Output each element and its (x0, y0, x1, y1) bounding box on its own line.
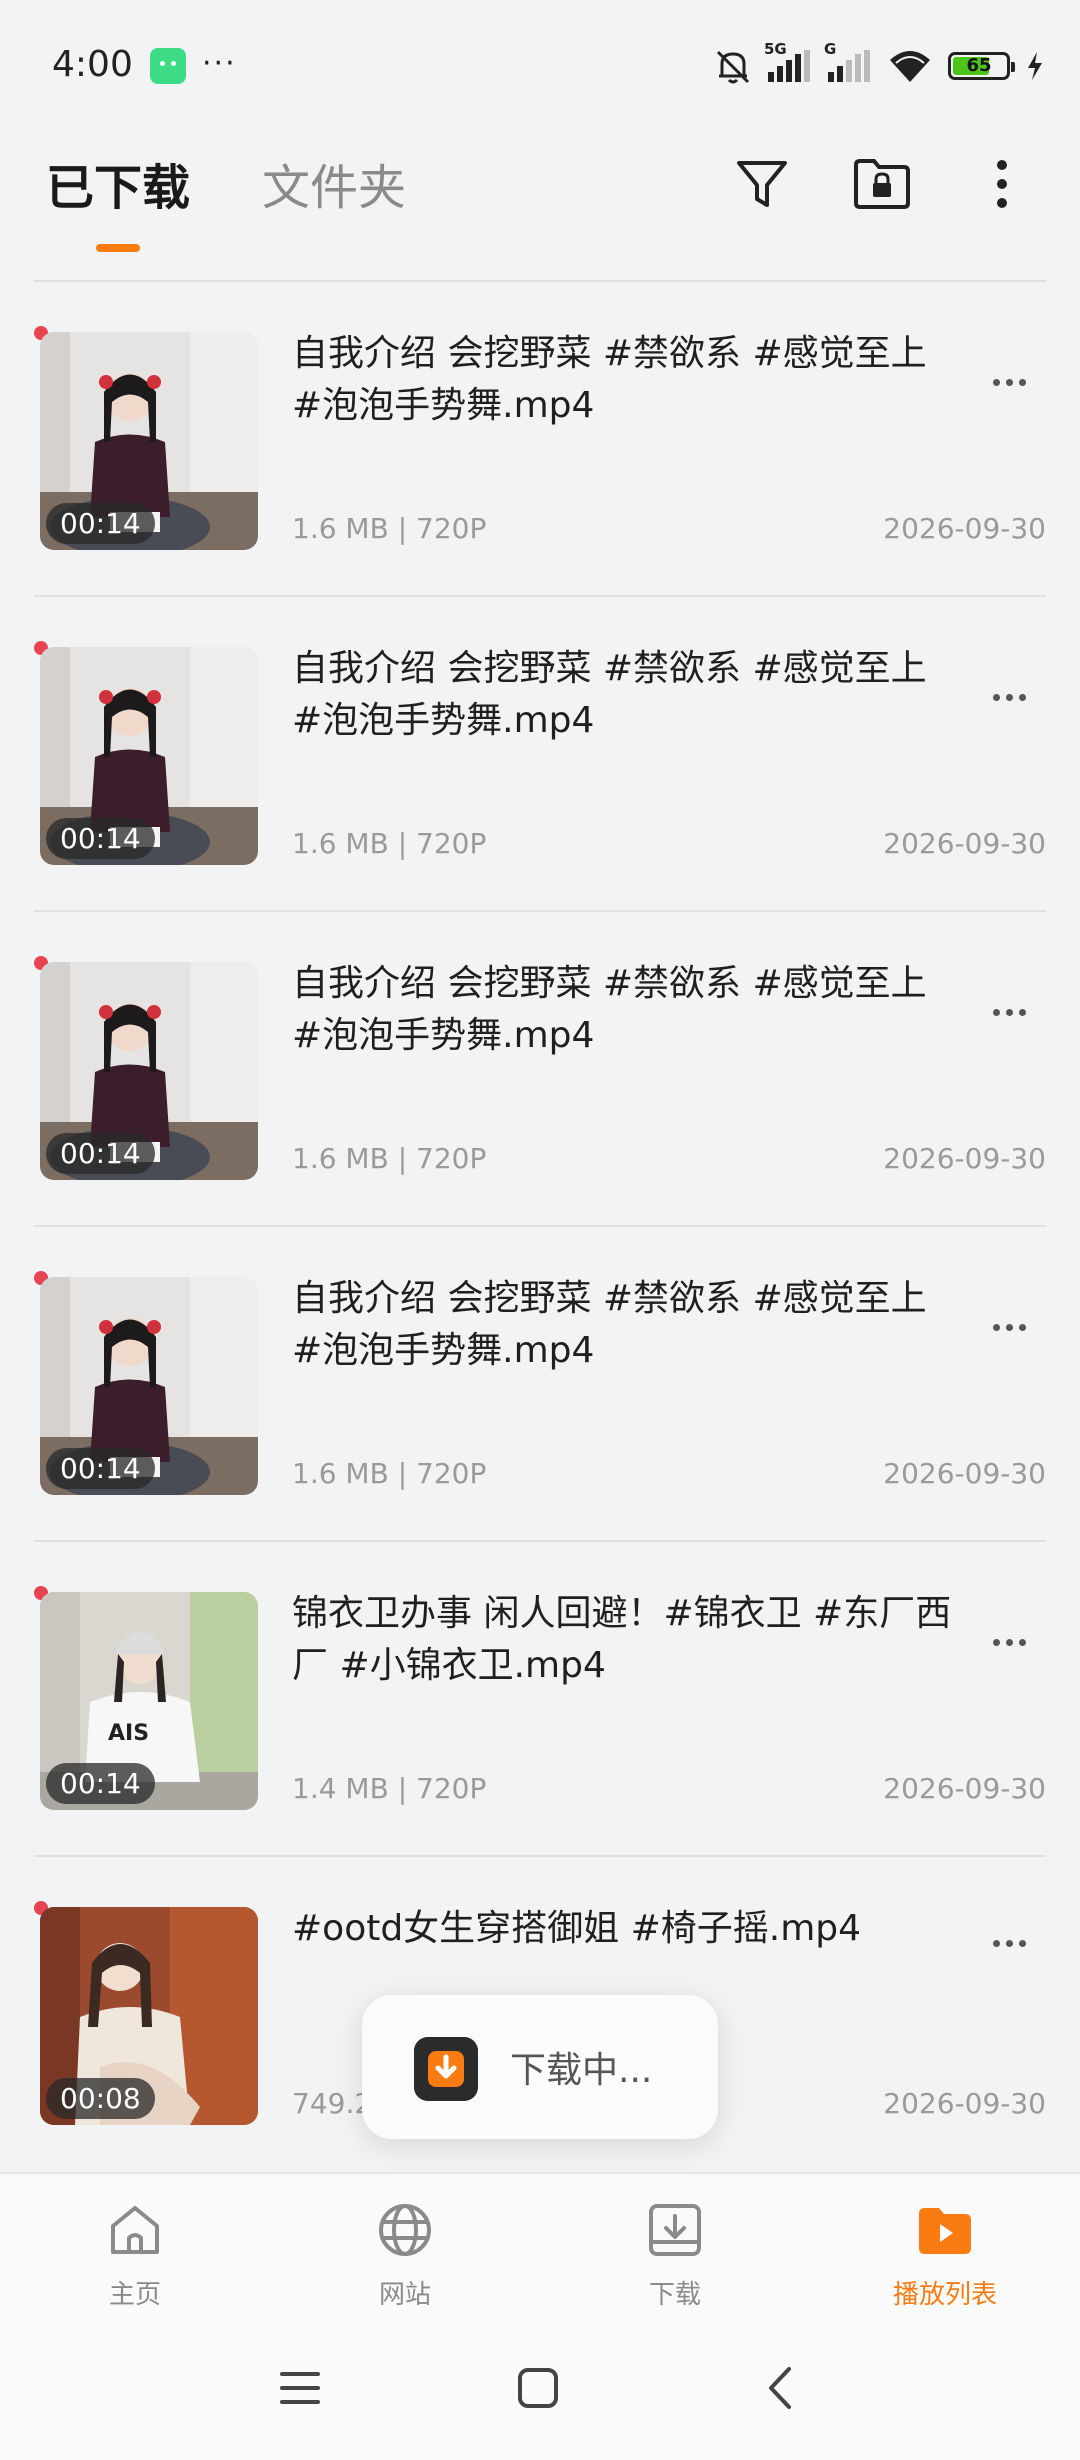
video-duration: 00:08 (46, 2078, 155, 2119)
video-title: 自我介绍 会挖野菜 #禁欲系 #感觉至上 #泡泡手势舞.mp4 (292, 333, 927, 426)
item-more-button[interactable] (984, 992, 1034, 1032)
video-thumbnail[interactable]: 00:14 (40, 1277, 258, 1495)
nav-sites-label: 网站 (378, 2280, 431, 2310)
tab-downloaded[interactable]: 已下载 (46, 148, 190, 218)
home-icon (111, 2206, 159, 2254)
signal-5g-icon: 5G (764, 40, 812, 82)
list-item[interactable]: AIS 00:14 锦衣卫办事 闲人回避！#锦衣卫 #东厂西厂 #小锦衣卫.mp… (0, 1542, 1080, 1857)
nav-playlist[interactable]: 播放列表 (810, 2174, 1080, 2324)
list-item[interactable]: 00:14 自我介绍 会挖野菜 #禁欲系 #感觉至上 #泡泡手势舞.mp4 1.… (0, 912, 1080, 1227)
video-date: 2026-09-30 (883, 827, 1046, 860)
video-duration: 00:14 (46, 503, 155, 544)
status-icons: 5G G 65 (714, 40, 1044, 88)
android-notification-icon (150, 48, 186, 84)
item-more-button[interactable] (984, 362, 1034, 402)
download-box-icon (649, 2204, 701, 2256)
video-date: 2026-09-30 (883, 2087, 1046, 2120)
video-title: 自我介绍 会挖野菜 #禁欲系 #感觉至上 #泡泡手势舞.mp4 (292, 963, 927, 1056)
nav-downloads[interactable]: 下载 (540, 2174, 810, 2324)
recents-button[interactable] (270, 2358, 330, 2418)
list-item[interactable]: 00:14 自我介绍 会挖野菜 #禁欲系 #感觉至上 #泡泡手势舞.mp4 1.… (0, 597, 1080, 912)
download-list: 00:14 自我介绍 会挖野菜 #禁欲系 #感觉至上 #泡泡手势舞.mp4 1.… (0, 282, 1080, 2170)
square-icon (518, 2368, 558, 2408)
video-thumbnail[interactable]: 00:08 (40, 1907, 258, 2125)
menu-icon (280, 2372, 320, 2404)
video-title: 锦衣卫办事 闲人回避！#锦衣卫 #东厂西厂 #小锦衣卫.mp4 (292, 1593, 952, 1686)
home-system-button[interactable] (508, 2358, 568, 2418)
app-logo-icon (414, 2037, 478, 2101)
active-tab-indicator (96, 244, 140, 252)
item-more-button[interactable] (984, 1923, 1034, 1963)
nav-sites[interactable]: 网站 (270, 2174, 540, 2324)
video-date: 2026-09-30 (883, 1142, 1046, 1175)
video-date: 2026-09-30 (883, 1772, 1046, 1805)
signal-g-icon: G (824, 40, 872, 82)
more-vertical-icon (997, 160, 1007, 208)
globe-icon (379, 2204, 431, 2256)
lock-folder-icon (854, 159, 910, 209)
svg-text:AIS: AIS (108, 1721, 149, 1746)
mute-bell-icon (716, 50, 750, 84)
downloading-toast: 下载中... (362, 1995, 718, 2139)
more-notifications-icon: ··· (202, 46, 237, 81)
video-thumbnail[interactable]: 00:14 (40, 962, 258, 1180)
video-meta: 1.6 MB | 720P (292, 512, 487, 545)
nav-downloads-label: 下载 (648, 2280, 701, 2310)
back-arrow-icon (769, 2367, 791, 2409)
nav-home-label: 主页 (108, 2280, 161, 2310)
video-meta: 1.6 MB | 720P (292, 827, 487, 860)
filter-icon (737, 161, 787, 207)
video-duration: 00:14 (46, 818, 155, 859)
video-meta: 1.6 MB | 720P (292, 1142, 487, 1175)
battery-icon: 65 (948, 52, 1015, 80)
video-title: 自我介绍 会挖野菜 #禁欲系 #感觉至上 #泡泡手势舞.mp4 (292, 648, 927, 741)
toast-message: 下载中... (510, 2050, 653, 2091)
status-time: 4:00 (52, 44, 133, 85)
item-more-button[interactable] (984, 1307, 1034, 1347)
video-thumbnail[interactable]: 00:14 (40, 647, 258, 865)
status-bar: 4:00 ··· 5G G 65 (0, 0, 1080, 130)
video-duration: 00:14 (46, 1133, 155, 1174)
filter-button[interactable] (724, 146, 800, 222)
video-meta: 749.2 (292, 2087, 373, 2120)
list-item[interactable]: 00:14 自我介绍 会挖野菜 #禁欲系 #感觉至上 #泡泡手势舞.mp4 1.… (0, 282, 1080, 597)
bottom-navigation: 主页 网站 下载 播放列表 (0, 2172, 1080, 2324)
video-duration: 00:14 (46, 1448, 155, 1489)
video-duration: 00:14 (46, 1763, 155, 1804)
charging-icon (1028, 52, 1042, 80)
more-options-button[interactable] (964, 146, 1040, 222)
video-meta: 1.4 MB | 720P (292, 1772, 487, 1805)
play-folder-icon (919, 2208, 971, 2254)
tab-folder[interactable]: 文件夹 (262, 148, 406, 218)
private-folder-button[interactable] (844, 146, 920, 222)
video-thumbnail[interactable]: 00:14 (40, 332, 258, 550)
video-title: #ootd女生穿搭御姐 #椅子摇.mp4 (292, 1908, 862, 1949)
video-meta: 1.6 MB | 720P (292, 1457, 487, 1490)
nav-playlist-label: 播放列表 (892, 2280, 997, 2310)
top-bar: 已下载 文件夹 (0, 130, 1080, 280)
video-date: 2026-09-30 (883, 512, 1046, 545)
video-thumbnail[interactable]: AIS 00:14 (40, 1592, 258, 1810)
video-title: 自我介绍 会挖野菜 #禁欲系 #感觉至上 #泡泡手势舞.mp4 (292, 1278, 927, 1371)
nav-home[interactable]: 主页 (0, 2174, 270, 2324)
item-more-button[interactable] (984, 677, 1034, 717)
system-navigation-bar (0, 2322, 1080, 2460)
wifi-icon (890, 51, 930, 82)
back-button[interactable] (750, 2358, 810, 2418)
list-item[interactable]: 00:14 自我介绍 会挖野菜 #禁欲系 #感觉至上 #泡泡手势舞.mp4 1.… (0, 1227, 1080, 1542)
item-more-button[interactable] (984, 1622, 1034, 1662)
video-date: 2026-09-30 (883, 1457, 1046, 1490)
